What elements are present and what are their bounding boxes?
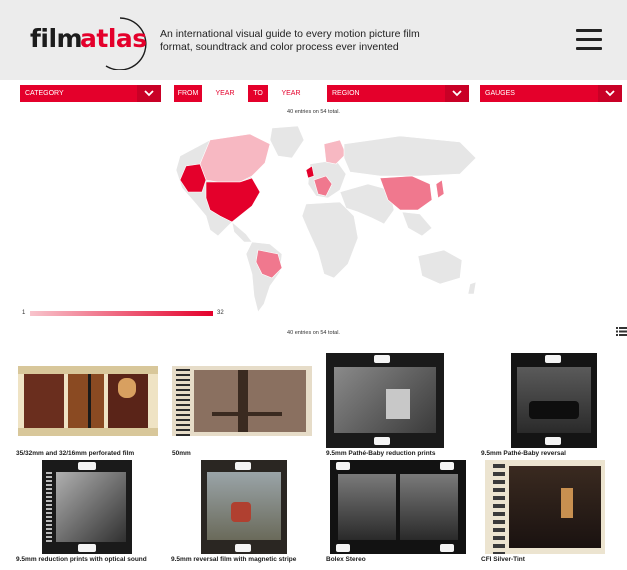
film-card[interactable]: 9.5mm Pathé-Baby reversal (481, 353, 621, 460)
film-thumbnail (326, 353, 444, 448)
to-year-input[interactable]: YEAR (268, 85, 314, 102)
category-dropdown[interactable]: CATEGORY (20, 85, 161, 102)
entries-count-top: 40 entries on 54 total. (287, 109, 340, 115)
page: film atlas An international visual guide… (0, 0, 627, 570)
world-map[interactable] (140, 118, 485, 333)
chevron-down-icon (445, 85, 469, 102)
film-thumbnail (172, 366, 312, 436)
film-card[interactable]: Bolex Stereo (326, 460, 476, 570)
film-thumbnail (42, 460, 132, 554)
film-card-title: 50mm (172, 450, 191, 457)
entries-count-bottom: 40 entries on 54 total. (287, 330, 340, 336)
site-tagline: An international visual guide to every m… (160, 28, 420, 53)
film-card-title: 9.5mm Pathé-Baby reduction prints (326, 450, 436, 457)
film-card[interactable]: 35/32mm and 32/16mm perforated film (16, 366, 158, 460)
map-region-russia[interactable] (343, 135, 477, 177)
gauges-dropdown[interactable]: GAUGES (480, 85, 622, 102)
film-card[interactable]: 9.5mm Pathé-Baby reduction prints (326, 353, 466, 460)
film-card-title: 9.5mm Pathé-Baby reversal (481, 450, 566, 457)
map-country-japan[interactable] (435, 179, 445, 199)
gauges-dropdown-label: GAUGES (485, 90, 515, 97)
film-card[interactable]: 50mm (172, 366, 312, 460)
map-region-greenland[interactable] (269, 125, 305, 159)
film-thumbnail (201, 460, 287, 554)
map-country-canada[interactable] (199, 133, 271, 183)
film-card-title: 9.5mm reduction prints with optical soun… (16, 556, 147, 563)
legend-min-value: 1 (22, 310, 26, 316)
chevron-down-icon (598, 85, 622, 102)
film-thumbnail (18, 366, 158, 436)
legend-max-value: 32 (217, 310, 224, 316)
from-year-input[interactable]: YEAR (202, 85, 248, 102)
hamburger-menu-icon[interactable] (576, 29, 602, 51)
film-thumbnail (485, 460, 605, 554)
list-view-icon[interactable] (616, 327, 627, 336)
to-label: TO (248, 85, 268, 102)
film-card[interactable]: CFI Silver-Tint (481, 460, 627, 570)
film-card-title: Bolex Stereo (326, 556, 366, 563)
film-card-title: 35/32mm and 32/16mm perforated film (16, 450, 135, 457)
map-region-africa[interactable] (301, 201, 359, 279)
logo-word-atlas: atlas (80, 24, 147, 53)
film-card-title: CFI Silver-Tint (481, 556, 525, 563)
film-thumbnail (511, 353, 597, 448)
film-card[interactable]: 9.5mm reversal film with magnetic stripe (171, 460, 321, 570)
chevron-down-icon (137, 85, 161, 102)
film-thumbnail (330, 460, 466, 554)
map-country-scandinavia[interactable] (323, 139, 347, 165)
category-dropdown-label: CATEGORY (25, 90, 64, 97)
site-header: film atlas An international visual guide… (0, 0, 627, 80)
region-dropdown[interactable]: REGION (327, 85, 469, 102)
map-region-central-america[interactable] (231, 221, 253, 243)
region-dropdown-label: REGION (332, 90, 360, 97)
film-card-title: 9.5mm reversal film with magnetic stripe (171, 556, 297, 563)
from-label: FROM (174, 85, 202, 102)
map-region-new-zealand[interactable] (467, 281, 477, 295)
map-region-southeast-asia[interactable] (401, 211, 433, 237)
filmatlas-logo[interactable]: film atlas (28, 14, 152, 70)
legend-color-scale (30, 311, 213, 316)
logo-word-film: film (30, 24, 83, 53)
map-region-australia[interactable] (417, 249, 463, 285)
film-card[interactable]: 9.5mm reduction prints with optical soun… (16, 460, 166, 570)
